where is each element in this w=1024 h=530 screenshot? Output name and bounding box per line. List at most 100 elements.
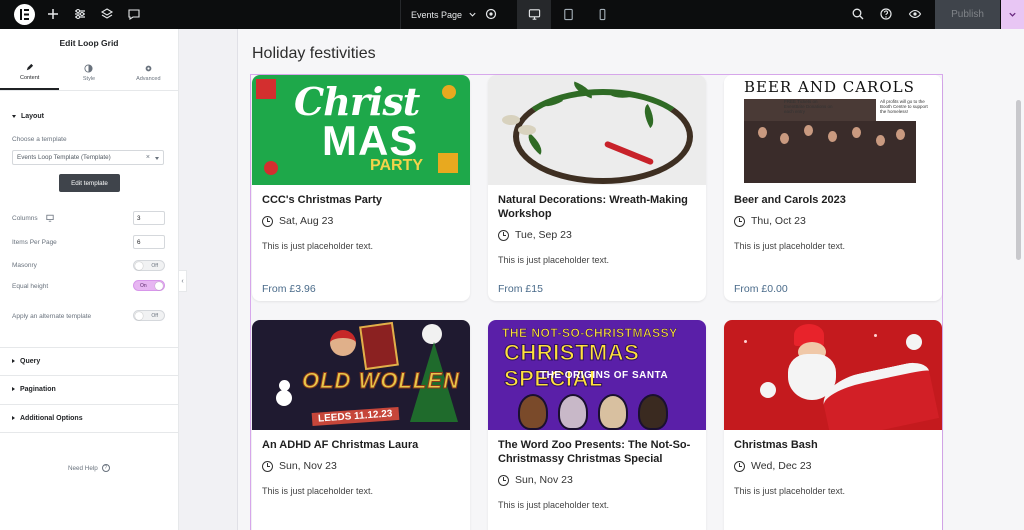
section-pagination-header[interactable]: Pagination [0,375,178,403]
gift-decoration [438,153,458,173]
toggle-knob [135,262,143,270]
event-card[interactable]: Christ MAS PARTY CCC's Christmas Party S… [252,75,470,301]
chevron-down-icon [155,157,159,160]
section-heading[interactable]: Holiday festivities [252,45,376,63]
tab-advanced[interactable]: Advanced [119,56,178,90]
gift-decoration [256,79,276,99]
event-card[interactable]: OLD WOLLEN LEEDS 11.12.23 An ADHD AF Chr… [252,320,470,530]
event-date: Sat, Aug 23 [262,215,333,227]
desktop-view-icon[interactable] [517,0,551,29]
event-date: Tue, Sep 23 [498,229,572,241]
publish-button[interactable]: Publish [935,0,1000,29]
publish-options-button[interactable] [1001,0,1024,29]
page-selector[interactable]: Events Page [400,0,485,29]
clock-icon [734,215,745,227]
desktop-responsive-icon[interactable] [46,214,54,222]
image-text: CHRISTMAS SPECIAL [504,340,640,392]
toggle-state: Off [151,312,158,319]
alternate-template-label: Apply an alternate template [12,313,92,320]
event-date-text: Sun, Nov 23 [515,474,573,486]
event-date: Wed, Dec 23 [734,460,812,472]
equal-height-toggle[interactable]: On [133,280,165,291]
event-title: Christmas Bash [734,439,818,451]
event-date-text: Wed, Dec 23 [751,460,812,472]
caret-right-icon [12,359,15,363]
chevron-down-icon [469,12,476,17]
preview-canvas: Holiday festivities Christ MAS PARTY CCC… [237,29,953,530]
elementor-logo-icon[interactable] [14,4,35,25]
head-shape [518,394,548,430]
columns-label: Columns [12,214,38,222]
event-description: This is just placeholder text. [498,500,610,510]
face-shape [828,131,837,142]
preview-eye-icon[interactable] [907,6,923,22]
event-description: This is just placeholder text. [498,255,610,265]
alternate-template-toggle[interactable]: Off [133,310,165,321]
clock-icon [498,474,509,486]
add-element-icon[interactable] [45,6,61,22]
event-date-text: Sun, Nov 23 [279,460,337,472]
panel-collapse-handle[interactable]: ‹ [179,270,187,292]
event-title: CCC's Christmas Party [262,194,382,206]
section-additional-options-header[interactable]: Additional Options [0,404,178,432]
section-label: Additional Options [20,414,83,422]
clock-icon [262,215,273,227]
person-shape [330,330,356,356]
help-question-icon[interactable] [878,6,894,22]
event-description: This is just placeholder text. [262,241,374,251]
panel-title: Edit Loop Grid [59,37,119,48]
tab-label: Style [82,76,96,82]
tab-content[interactable]: Content [0,56,60,90]
sparkle [874,334,877,337]
columns-row: Columns [12,214,54,222]
tab-style[interactable]: Style [59,56,118,90]
need-help-link[interactable]: Need Help ? [68,464,110,472]
canvas-right-margin [953,29,1024,530]
sign-shape [359,321,399,371]
panel-tabs: Content Style Advanced [0,56,178,91]
structure-layers-icon[interactable] [99,6,115,22]
template-select[interactable]: Events Loop Template (Template) × [12,150,164,165]
search-icon[interactable] [850,6,866,22]
face-shape [804,125,813,136]
event-card[interactable]: Christmas Bash Wed, Dec 23 This is just … [724,320,942,530]
event-card[interactable]: THE NOT-SO-CHRISTMASSY CHRISTMAS SPECIAL… [488,320,706,530]
tab-label: Advanced [136,76,161,82]
event-card[interactable]: Natural Decorations: Wreath-Making Works… [488,75,706,301]
section-query-header[interactable]: Query [0,347,178,375]
section-layout-header[interactable]: Layout [0,111,56,121]
masonry-toggle[interactable]: Off [133,260,165,271]
event-card[interactable]: BEER AND CAROLS FREE Tickets on EventBri… [724,75,942,301]
event-title: Beer and Carols 2023 [734,194,846,206]
event-title: The Word Zoo Presents: The Not-So-Christ… [498,439,691,465]
head-shape [558,394,588,430]
site-settings-icon[interactable] [72,6,88,22]
items-per-page-input[interactable]: 6 [133,235,165,249]
masonry-label: Masonry [12,262,37,269]
edit-template-button[interactable]: Edit template [59,174,120,192]
mobile-view-icon[interactable] [585,0,619,29]
image-text: THE NOT-SO-CHRISTMASSY [502,326,678,341]
editor-panel: Edit Loop Grid Content Style Advanced La… [0,29,179,530]
pencil-icon [26,63,34,71]
tab-label: Content [20,75,40,81]
toggle-knob [155,282,163,290]
page-settings-gear-icon[interactable] [483,6,499,22]
responsive-device-switcher [517,0,619,29]
tablet-view-icon[interactable] [551,0,585,29]
columns-input[interactable]: 3 [133,211,165,225]
event-image: Christ MAS PARTY [252,75,470,185]
head-shape [598,394,628,430]
equal-height-label: Equal height [12,283,49,290]
canvas-scrollbar[interactable] [1016,100,1021,260]
face-shape [896,129,905,140]
ornament-decoration [442,85,456,99]
event-date-text: Thu, Oct 23 [751,215,806,227]
clear-icon[interactable]: × [146,154,150,161]
face-shape [852,127,861,138]
need-help-label: Need Help [68,464,98,472]
candle-shape [502,115,520,125]
image-text: All profits will go to the Booth Centre … [880,99,928,114]
event-image [488,75,706,185]
notes-comment-icon[interactable] [126,6,142,22]
